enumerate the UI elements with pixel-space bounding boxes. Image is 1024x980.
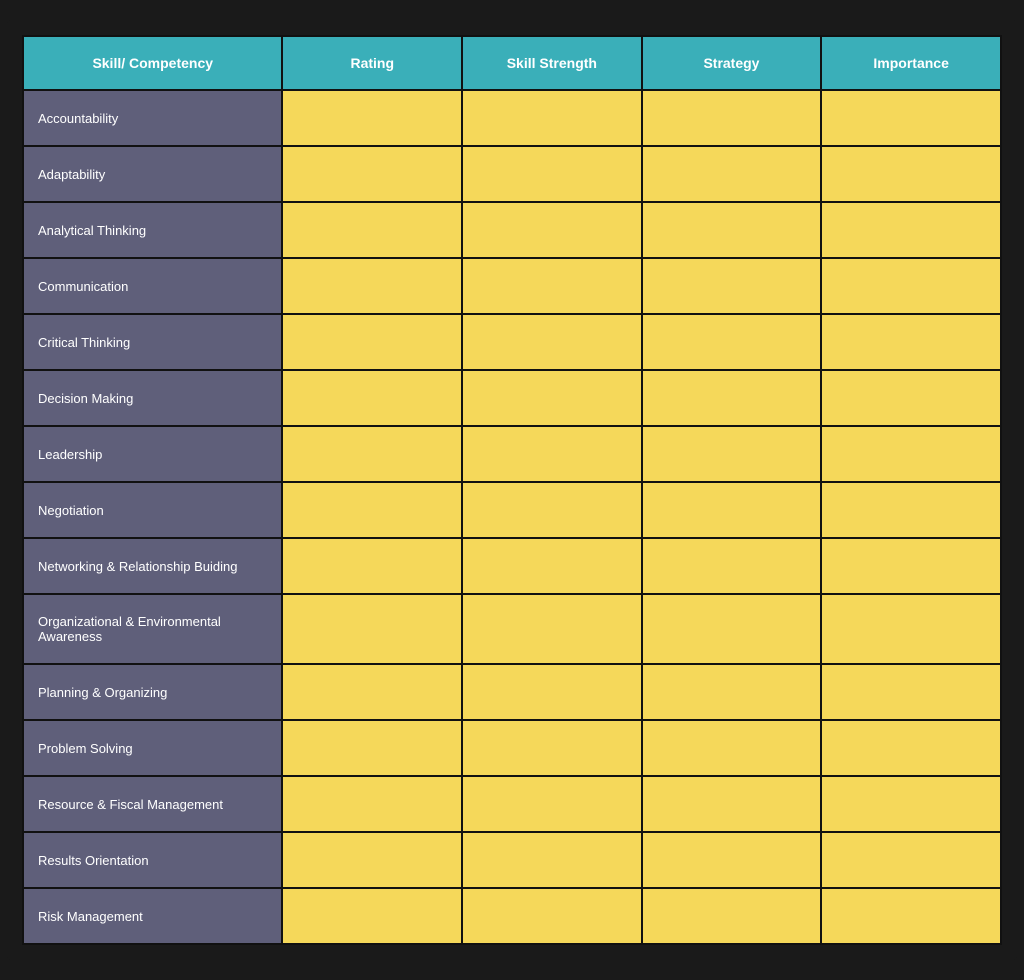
col-header-skill: Skill/ Competency (23, 36, 282, 90)
data-cell (282, 888, 462, 944)
data-cell (642, 776, 822, 832)
data-cell (642, 370, 822, 426)
data-cell (821, 146, 1001, 202)
col-header-rating: Rating (282, 36, 462, 90)
data-cell (821, 776, 1001, 832)
data-cell (462, 258, 642, 314)
data-cell (462, 426, 642, 482)
skill-cell: Networking & Relationship Buiding (23, 538, 282, 594)
skill-cell: Leadership (23, 426, 282, 482)
data-cell (642, 314, 822, 370)
skill-cell: Decision Making (23, 370, 282, 426)
skill-cell: Accountability (23, 90, 282, 146)
table-row: Risk Management (23, 888, 1001, 944)
data-cell (821, 258, 1001, 314)
data-cell (821, 888, 1001, 944)
data-cell (642, 664, 822, 720)
data-cell (642, 888, 822, 944)
data-cell (282, 594, 462, 664)
table-row: Adaptability (23, 146, 1001, 202)
data-cell (821, 538, 1001, 594)
data-cell (282, 538, 462, 594)
data-cell (282, 90, 462, 146)
data-cell (282, 370, 462, 426)
data-cell (642, 258, 822, 314)
skill-cell: Problem Solving (23, 720, 282, 776)
data-cell (462, 832, 642, 888)
data-cell (642, 426, 822, 482)
data-cell (821, 370, 1001, 426)
table-row: Decision Making (23, 370, 1001, 426)
table-row: Communication (23, 258, 1001, 314)
table-row: Results Orientation (23, 832, 1001, 888)
data-cell (821, 832, 1001, 888)
data-cell (462, 776, 642, 832)
data-cell (642, 90, 822, 146)
table-row: Organizational & Environmental Awareness (23, 594, 1001, 664)
table-row: Analytical Thinking (23, 202, 1001, 258)
skill-cell: Resource & Fiscal Management (23, 776, 282, 832)
table-row: Problem Solving (23, 720, 1001, 776)
data-cell (821, 594, 1001, 664)
data-cell (282, 258, 462, 314)
data-cell (282, 832, 462, 888)
skill-cell: Risk Management (23, 888, 282, 944)
table-row: Networking & Relationship Buiding (23, 538, 1001, 594)
data-cell (282, 664, 462, 720)
skill-cell: Planning & Organizing (23, 664, 282, 720)
data-cell (462, 370, 642, 426)
data-cell (642, 832, 822, 888)
data-cell (821, 90, 1001, 146)
table-row: Negotiation (23, 482, 1001, 538)
data-cell (462, 720, 642, 776)
col-header-strength: Skill Strength (462, 36, 642, 90)
data-cell (282, 720, 462, 776)
data-cell (282, 776, 462, 832)
col-header-importance: Importance (821, 36, 1001, 90)
data-cell (462, 664, 642, 720)
table-row: Resource & Fiscal Management (23, 776, 1001, 832)
header-row: Skill/ Competency Rating Skill Strength … (23, 36, 1001, 90)
skill-cell: Adaptability (23, 146, 282, 202)
data-cell (821, 720, 1001, 776)
skill-cell: Negotiation (23, 482, 282, 538)
data-cell (821, 426, 1001, 482)
data-cell (462, 594, 642, 664)
data-cell (282, 202, 462, 258)
data-cell (642, 202, 822, 258)
table-wrapper: Skill/ Competency Rating Skill Strength … (7, 20, 1017, 960)
skill-cell: Analytical Thinking (23, 202, 282, 258)
data-cell (642, 594, 822, 664)
data-cell (821, 482, 1001, 538)
data-cell (282, 146, 462, 202)
data-cell (821, 314, 1001, 370)
col-header-strategy: Strategy (642, 36, 822, 90)
data-cell (642, 482, 822, 538)
skill-cell: Communication (23, 258, 282, 314)
data-cell (821, 664, 1001, 720)
data-cell (462, 146, 642, 202)
table-row: Planning & Organizing (23, 664, 1001, 720)
skill-cell: Results Orientation (23, 832, 282, 888)
data-cell (462, 538, 642, 594)
table-row: Critical Thinking (23, 314, 1001, 370)
data-cell (642, 146, 822, 202)
table-row: Leadership (23, 426, 1001, 482)
data-cell (462, 314, 642, 370)
data-cell (282, 314, 462, 370)
skills-table: Skill/ Competency Rating Skill Strength … (22, 35, 1002, 945)
data-cell (462, 482, 642, 538)
data-cell (642, 538, 822, 594)
data-cell (462, 90, 642, 146)
skill-cell: Critical Thinking (23, 314, 282, 370)
table-row: Accountability (23, 90, 1001, 146)
data-cell (462, 888, 642, 944)
skill-cell: Organizational & Environmental Awareness (23, 594, 282, 664)
data-cell (642, 720, 822, 776)
data-cell (282, 426, 462, 482)
data-cell (282, 482, 462, 538)
data-cell (821, 202, 1001, 258)
data-cell (462, 202, 642, 258)
